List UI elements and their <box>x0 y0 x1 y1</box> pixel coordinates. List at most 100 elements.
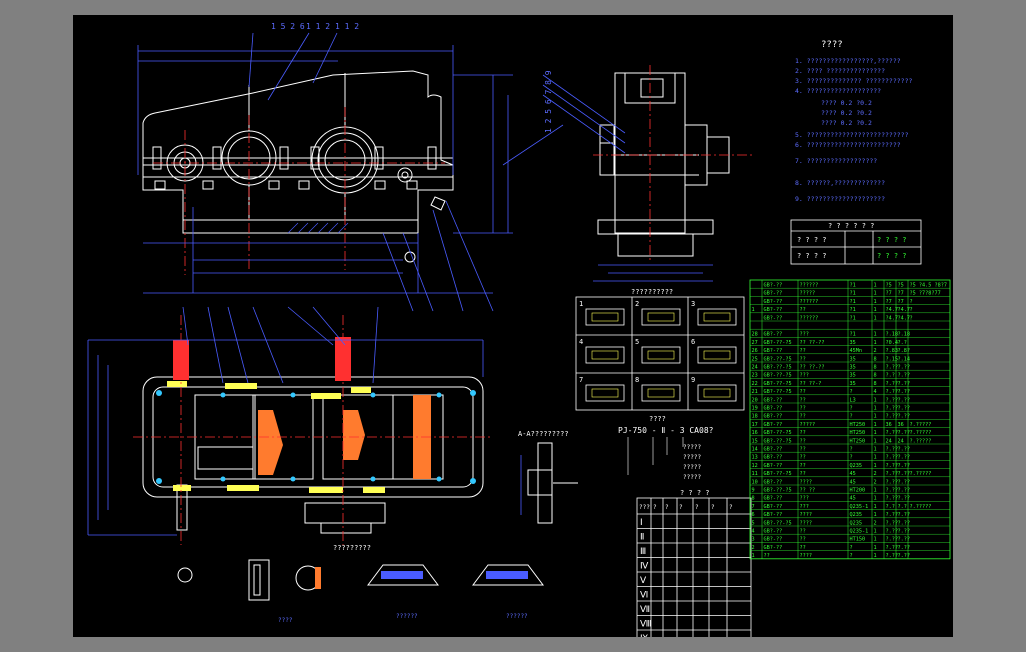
parts-cell: ????? <box>800 291 816 297</box>
parts-cell: Q235-1 <box>850 504 869 510</box>
parts-cell: ?.?? <box>886 545 899 551</box>
parts-cell: ?.?? <box>886 365 899 371</box>
parts-cell: ?.?? <box>886 512 899 518</box>
small-table-cell: ? ? ? ? <box>797 252 827 260</box>
parts-cell: 1 <box>874 414 877 420</box>
parts-cell: GB?-??-?5 <box>764 389 792 395</box>
gear-table-row-label: Ⅴ <box>640 576 647 586</box>
parts-cell: GB?-??-?5 <box>764 381 792 387</box>
parts-cell: ?1 <box>850 291 856 297</box>
parts-cell: ?.????? <box>910 471 932 477</box>
small-table-cell: ? ? ? ? <box>877 252 907 260</box>
parts-cell: ?.? <box>886 373 895 379</box>
tech-line: 7. ?????????????????? <box>795 157 877 165</box>
parts-cell: ?? <box>800 537 806 543</box>
parts-cell: ? <box>850 545 853 551</box>
parts-cell: ?.?? <box>898 496 911 502</box>
parts-cell: ?.?? <box>898 512 911 518</box>
gear-table-row-label: Ⅶ <box>640 605 650 615</box>
parts-cell: ? <box>910 299 913 305</box>
gear-table-row-label: Ⅱ <box>640 533 644 543</box>
parts-cell: ?.?? <box>886 520 899 526</box>
parts-cell: GB?-?? <box>764 283 783 289</box>
parts-cell: GB?-??-?5 <box>764 520 792 526</box>
parts-cell: 35 <box>850 356 856 362</box>
parts-cell: ?.?? <box>886 381 899 387</box>
parts-cell: ?? <box>800 397 806 403</box>
parts-cell: 36 <box>898 422 904 428</box>
parts-cell: ?.?? <box>886 455 899 461</box>
parts-cell: GB?-??-?5 <box>764 340 792 346</box>
parts-cell: 24 <box>752 365 758 371</box>
detail-grid-cells: 1 2 3 4 5 6 7 8 9 <box>579 300 737 402</box>
parts-cell: 4 <box>874 389 877 395</box>
parts-cell: ?.????? <box>910 504 932 510</box>
parts-cell: ??? <box>800 373 809 379</box>
gear-table-row-label: Ⅷ <box>640 620 652 630</box>
detail-cell-inner <box>703 350 731 360</box>
parts-cell: 24 <box>886 438 892 444</box>
parts-cell: ?.?? <box>886 447 899 453</box>
parts-cell: 4 <box>752 529 755 535</box>
parts-cell: ?1 <box>850 332 856 338</box>
model-note: ????? <box>683 444 701 451</box>
model-note: ????? <box>683 474 701 481</box>
section-aa <box>527 442 578 524</box>
parts-cell: 16 <box>752 430 758 436</box>
parts-cell: ?? <box>800 389 806 395</box>
detail-cell-inner <box>647 388 675 398</box>
parts-cell: 17 <box>752 422 758 428</box>
parts-cell: 1 <box>874 438 877 444</box>
parts-cell: 7 <box>752 504 755 510</box>
parts-cell: GB?-?? <box>764 299 783 305</box>
parts-cell: ?????? <box>800 283 819 289</box>
parts-cell: ?.?? <box>886 463 899 469</box>
tech-line: 1. ?????????????????,?????? <box>795 57 901 65</box>
detail-cell-inner <box>703 312 731 322</box>
gear-table-row-label: Ⅸ <box>640 634 648 637</box>
detail-cell-number: 4 <box>579 338 583 346</box>
parts-cell: 1 <box>752 553 755 559</box>
detail-cell-number: 5 <box>635 338 639 346</box>
model-caption: ???? <box>649 415 666 423</box>
parts-cell: ?.? <box>886 504 895 510</box>
parts-cell: ?.18 <box>898 332 911 338</box>
parts-cell: 14 <box>752 447 758 453</box>
parts-cell: GB?-?? <box>764 291 783 297</box>
parts-cell: GB?-?? <box>764 455 783 461</box>
parts-cell: ?5 <box>886 283 892 289</box>
parts-cell: 1 <box>874 512 877 518</box>
parts-list: GB?-???????? ?1 1 ?5 ?5 ?5 ?4.5 ?8?7GB?-?????… <box>749 279 951 560</box>
parts-cell: 2 <box>874 348 877 354</box>
detail-grid <box>575 296 745 411</box>
parts-cell: 11 <box>752 471 758 477</box>
parts-cell: GB?-??-?5 <box>764 471 792 477</box>
parts-cell: 1 <box>874 537 877 543</box>
parts-cell: ?.?? <box>886 479 899 485</box>
parts-cell: ? <box>910 307 913 313</box>
parts-cell: 25 <box>752 356 758 362</box>
parts-cell: GB?-??-?5 <box>764 438 792 444</box>
parts-cell: ? <box>850 455 853 461</box>
parts-cell: ?.?? <box>898 455 911 461</box>
gear-table-header: ? <box>695 504 699 511</box>
parts-cell: 24 <box>898 438 904 444</box>
parts-cell: 13 <box>752 455 758 461</box>
parts-cell: ?7 <box>886 299 892 305</box>
parts-cell: ?.?? <box>898 389 911 395</box>
parts-cell: ?.? <box>898 504 907 510</box>
parts-cell: 27 <box>752 340 758 346</box>
parts-cell: 10 <box>752 479 758 485</box>
parts-cell: ????? <box>800 422 816 428</box>
parts-cell: 8 <box>874 365 877 371</box>
parts-cell: 6 <box>752 512 755 518</box>
parts-cell: ?.?? <box>886 406 899 412</box>
parts-cell: ?.?? <box>898 463 911 469</box>
parts-cell: GB?-?? <box>764 537 783 543</box>
parts-cell: HT250 <box>850 422 866 428</box>
gear-table-header: ? <box>653 504 657 511</box>
parts-cell: ?.?? <box>898 430 911 436</box>
gear-table-row-label: Ⅳ <box>640 562 649 572</box>
cad-drawing: 1 5 2 6 1 1 2 1 1 2 1 2 5 6 7 8 9 ???? 1… <box>87 22 951 637</box>
detail-cell-inner <box>591 312 619 322</box>
